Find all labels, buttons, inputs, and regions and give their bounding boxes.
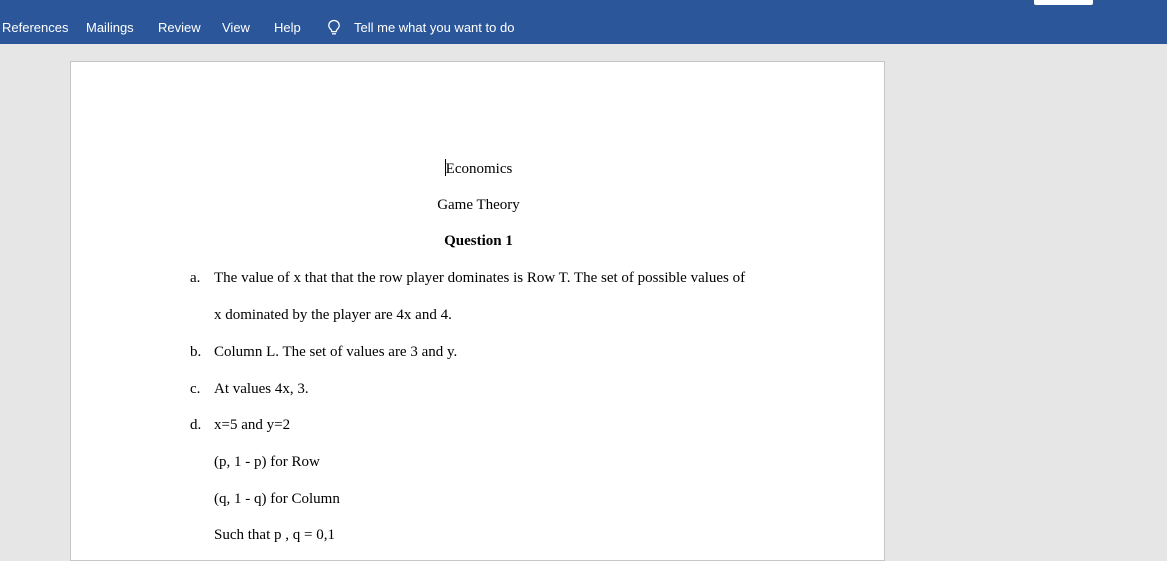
list-item-text: At values 4x, 3. — [214, 381, 309, 397]
paragraph-line: (q, 1 - q) for Column — [214, 491, 340, 507]
list-item-text: Column L. The set of values are 3 and y. — [214, 344, 458, 360]
list-marker: b. — [190, 344, 202, 360]
list-marker: a. — [190, 270, 201, 286]
paragraph-line: (p, 1 - p) for Row — [214, 454, 320, 470]
tab-references[interactable]: References — [2, 20, 68, 36]
document-subtitle: Game Theory — [437, 197, 520, 213]
document-heading: Question 1 — [444, 233, 513, 249]
tab-review[interactable]: Review — [158, 20, 201, 36]
tab-view[interactable]: View — [222, 20, 250, 36]
account-button[interactable] — [1034, 0, 1093, 5]
list-item-text: x dominated by the player are 4x and 4. — [214, 307, 452, 323]
lightbulb-icon[interactable] — [327, 19, 341, 37]
list-item-text: The value of x that that the row player … — [214, 270, 746, 286]
paragraph-line: Such that p , q = 0,1 — [214, 527, 335, 543]
ribbon: References Mailings Review View Help Tel… — [0, 0, 1167, 44]
tab-mailings[interactable]: Mailings — [86, 20, 134, 36]
document-page[interactable]: Economics Game Theory Question 1 a. The … — [70, 61, 885, 561]
tell-me-search[interactable]: Tell me what you want to do — [354, 20, 514, 36]
document-title: Economics — [444, 159, 513, 177]
list-item-text: x=5 and y=2 — [214, 417, 291, 433]
list-marker: d. — [190, 417, 202, 433]
list-marker: c. — [190, 381, 201, 397]
tab-help[interactable]: Help — [274, 20, 301, 36]
